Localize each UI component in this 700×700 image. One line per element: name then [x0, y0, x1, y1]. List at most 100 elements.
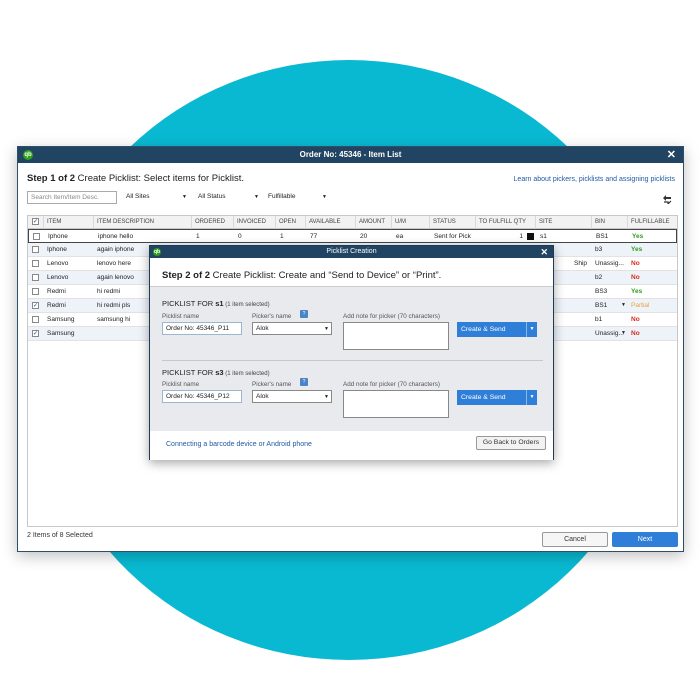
- select-all-checkbox[interactable]: ✓: [32, 218, 39, 225]
- picker-name-value: Alok: [256, 393, 269, 400]
- cell-bin[interactable]: Unassig... ▼: [592, 327, 628, 341]
- help-icon[interactable]: ?: [300, 378, 308, 386]
- note-label: Add note for picker (70 characters): [343, 313, 440, 320]
- table-header: ✓ ITEM ITEM DESCRIPTION ORDERED INVOICED…: [28, 216, 677, 229]
- window-title: Order No: 45346 - Item List: [299, 150, 402, 159]
- picker-name-select[interactable]: Alok ▼: [252, 322, 332, 335]
- col-header-available[interactable]: AVAILABLE: [306, 216, 356, 229]
- cell-bin[interactable]: BS1 ▼: [592, 299, 628, 313]
- cancel-button[interactable]: Cancel: [542, 532, 608, 547]
- window-titlebar: qb Order No: 45346 - Item List ✕: [18, 147, 683, 163]
- step-description: Create Picklist: Create and “Send to Dev…: [210, 270, 442, 281]
- create-send-label: Create & Send: [461, 394, 506, 401]
- cell-fulfillable: No: [631, 274, 640, 281]
- cell-bin: b2: [595, 274, 603, 281]
- cell-bin: BS1: [596, 233, 609, 240]
- row-checkbox[interactable]: [33, 233, 40, 240]
- cell-bin: b3: [595, 246, 603, 253]
- cell-amount: 20: [360, 233, 368, 240]
- picker-name-select[interactable]: Alok ▼: [252, 390, 332, 403]
- cell-fulfillable: No: [631, 330, 640, 337]
- col-header-item[interactable]: ITEM: [44, 216, 94, 229]
- cell-item: Samsung: [47, 316, 75, 323]
- step-header: Step 1 of 2 Create Picklist: Select item…: [27, 173, 244, 184]
- cell-fulfillable: Yes: [631, 246, 643, 253]
- row-checkbox[interactable]: ✓: [32, 330, 39, 337]
- create-send-label: Create & Send: [461, 326, 506, 333]
- fulfillable-dropdown[interactable]: Fulfillable ▼: [265, 191, 329, 204]
- picker-note-textarea[interactable]: [343, 390, 449, 418]
- col-header-status[interactable]: STATUS: [430, 216, 476, 229]
- row-checkbox[interactable]: ✓: [32, 302, 39, 309]
- status-dropdown[interactable]: All Status ▼: [195, 191, 261, 204]
- cell-ordered: 1: [196, 233, 200, 240]
- cell-item: Samsung: [47, 330, 75, 337]
- row-checkbox[interactable]: [32, 274, 39, 281]
- chevron-down-icon: ▼: [621, 330, 626, 336]
- col-header-site[interactable]: SITE: [536, 216, 592, 229]
- learn-pickers-link[interactable]: Learn about pickers, picklists and assig…: [514, 176, 675, 183]
- cell-desc: again lenovo: [97, 274, 134, 281]
- row-checkbox[interactable]: [32, 316, 39, 323]
- col-header-to-fulfill[interactable]: TO FULFILL QTY: [476, 216, 536, 229]
- next-button[interactable]: Next: [612, 532, 678, 547]
- col-header-fulfillable[interactable]: FULFILLABLE: [628, 216, 677, 229]
- cell-desc: lenovo here: [97, 260, 131, 267]
- cell-desc: hi redmi: [97, 288, 121, 295]
- selection-count: 2 Items of 8 Selected: [27, 532, 93, 539]
- sites-dropdown-value: All Sites: [126, 193, 150, 200]
- cell-item: Lenovo: [47, 274, 69, 281]
- row-checkbox[interactable]: [32, 260, 39, 267]
- search-input[interactable]: Search Item/Item Desc.: [27, 191, 117, 204]
- table-row[interactable]: Iphone iphone hello 1 0 1 77 20 ea Sent …: [28, 229, 677, 243]
- cell-desc: samsung hi: [97, 316, 131, 323]
- filter-bar: Search Item/Item Desc. All Sites ▼ All St…: [27, 191, 427, 205]
- refresh-icon[interactable]: [661, 193, 673, 207]
- picklist-count: (1 item selected): [223, 302, 270, 308]
- bin-value: BS1: [595, 302, 608, 309]
- step-number: Step 1 of 2: [27, 173, 76, 184]
- chevron-down-icon: ▼: [324, 326, 329, 332]
- col-header-invoiced[interactable]: INVOICED: [234, 216, 276, 229]
- chevron-down-icon[interactable]: ▼: [526, 390, 537, 405]
- cell-bin: Unassig...: [595, 260, 624, 267]
- close-icon[interactable]: ✕: [667, 148, 676, 162]
- col-header-um[interactable]: U/M: [392, 216, 430, 229]
- picklist-name-input[interactable]: Order No: 45346_P11: [162, 322, 242, 335]
- picklist-site: s3: [215, 368, 224, 377]
- flag-icon[interactable]: [527, 233, 534, 240]
- col-header-desc[interactable]: ITEM DESCRIPTION: [94, 216, 192, 229]
- dialog-step-header: Step 2 of 2 Create Picklist: Create and …: [162, 270, 441, 281]
- chevron-down-icon: ▼: [254, 194, 259, 200]
- cell-fulfillable: Yes: [631, 288, 643, 295]
- step-number: Step 2 of 2: [162, 270, 211, 281]
- close-icon[interactable]: ✕: [540, 246, 548, 258]
- dialog-titlebar: qb Picklist Creation ✕: [150, 246, 553, 258]
- row-checkbox[interactable]: [32, 246, 39, 253]
- sites-dropdown[interactable]: All Sites ▼: [123, 191, 189, 204]
- picklist-site: s1: [215, 299, 224, 308]
- connect-device-link[interactable]: Connecting a barcode device or Android p…: [166, 441, 312, 448]
- step-description: Create Picklist: Select items for Pickli…: [75, 173, 244, 184]
- col-header-open[interactable]: OPEN: [276, 216, 306, 229]
- picklist-name-label: Picklist name: [162, 381, 200, 388]
- cell-fulfillable: No: [631, 316, 640, 323]
- cell-item: Lenovo: [47, 260, 69, 267]
- col-header-amount[interactable]: AMOUNT: [356, 216, 392, 229]
- picklist-name-input[interactable]: Order No: 45346_P12: [162, 390, 242, 403]
- picker-name-label: Picker's name: [252, 381, 292, 388]
- picker-note-textarea[interactable]: [343, 322, 449, 350]
- create-send-button[interactable]: Create & Send ▼: [457, 390, 537, 405]
- note-label: Add note for picker (70 characters): [343, 381, 440, 388]
- cell-item: Redmi: [47, 302, 66, 309]
- col-header-ordered[interactable]: ORDERED: [192, 216, 234, 229]
- cell-to-fulfill[interactable]: 1: [477, 230, 537, 244]
- create-send-button[interactable]: Create & Send ▼: [457, 322, 537, 337]
- chevron-down-icon[interactable]: ▼: [526, 322, 537, 337]
- row-checkbox[interactable]: [32, 288, 39, 295]
- select-all-cell: ✓: [28, 216, 44, 229]
- col-header-bin[interactable]: BIN: [592, 216, 628, 229]
- cell-bin: b1: [595, 316, 603, 323]
- go-back-button[interactable]: Go Back to Orders: [476, 436, 546, 450]
- help-icon[interactable]: ?: [300, 310, 308, 318]
